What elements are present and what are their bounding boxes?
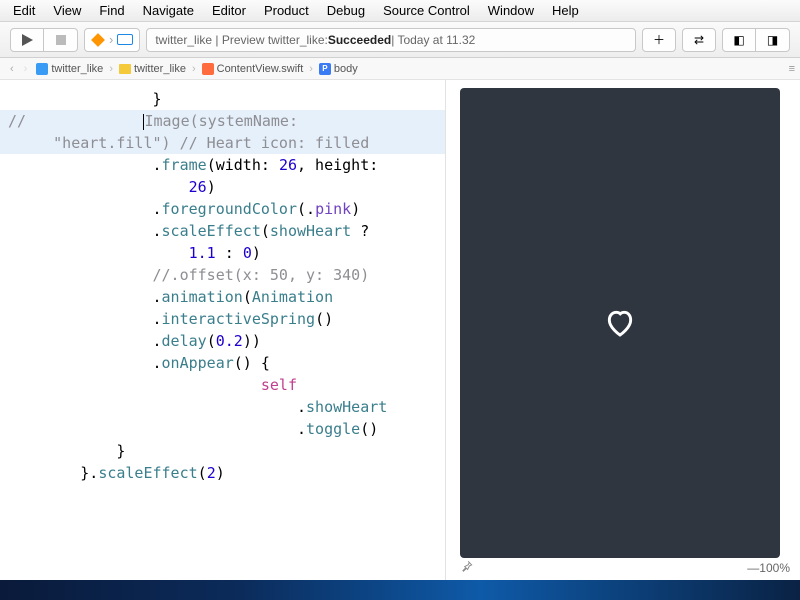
- code-line: //.offset(x: 50, y: 340): [0, 264, 445, 286]
- code-line: self: [0, 374, 445, 396]
- menu-help[interactable]: Help: [543, 1, 588, 20]
- menu-navigate[interactable]: Navigate: [134, 1, 203, 20]
- jump-bar: ‹ › twitter_like › twitter_like › Conten…: [0, 58, 800, 80]
- code-line-highlighted: // Image(systemName:: [0, 110, 445, 132]
- sidebar-left-icon: ◧: [733, 33, 744, 47]
- add-button[interactable]: ＋: [642, 28, 676, 52]
- preview-canvas[interactable]: —100%: [445, 80, 800, 580]
- jump-forward-icon[interactable]: ›: [20, 63, 32, 75]
- pin-icon[interactable]: [460, 559, 474, 576]
- code-line: .scaleEffect(showHeart ?: [0, 220, 445, 242]
- swift-file-icon: [202, 63, 214, 75]
- menu-edit[interactable]: Edit: [4, 1, 44, 20]
- run-button[interactable]: [10, 28, 44, 52]
- menu-bar: Edit View Find Navigate Editor Product D…: [0, 0, 800, 22]
- chevron-right-icon: ›: [308, 63, 314, 75]
- jump-back-icon[interactable]: ‹: [6, 63, 18, 75]
- code-line-highlighted: "heart.fill") // Heart icon: filled: [0, 132, 445, 154]
- menu-view[interactable]: View: [44, 1, 90, 20]
- code-line: }: [0, 440, 445, 462]
- right-panel-toggle[interactable]: ◨: [756, 28, 790, 52]
- breadcrumb-label: twitter_like: [51, 63, 103, 75]
- heart-icon: [604, 307, 636, 339]
- left-panel-toggle[interactable]: ◧: [722, 28, 756, 52]
- arrows-icon: ⇄: [694, 33, 704, 47]
- code-line: .showHeart: [0, 396, 445, 418]
- sidebar-right-icon: ◨: [767, 33, 778, 47]
- items-list-icon[interactable]: ≡: [789, 63, 794, 75]
- menu-window[interactable]: Window: [479, 1, 543, 20]
- code-line: .interactiveSpring(): [0, 308, 445, 330]
- device-icon: [117, 34, 133, 45]
- status-prefix: twitter_like | Preview twitter_like:: [155, 33, 328, 47]
- folder-icon: [119, 64, 131, 74]
- status-suffix: | Today at 11.32: [391, 33, 475, 47]
- zoom-level[interactable]: —100%: [747, 561, 790, 575]
- app-icon: [91, 33, 105, 47]
- code-line: 26): [0, 176, 445, 198]
- menu-source-control[interactable]: Source Control: [374, 1, 479, 20]
- chevron-right-icon: ›: [108, 63, 114, 75]
- code-line: .foregroundColor(.pink): [0, 198, 445, 220]
- stop-icon: [56, 35, 66, 45]
- scheme-selector[interactable]: ›: [84, 28, 140, 52]
- code-line: }.scaleEffect(2): [0, 462, 445, 484]
- activity-viewer[interactable]: twitter_like | Preview twitter_like: Suc…: [146, 28, 636, 52]
- breadcrumb-label: ContentView.swift: [217, 63, 304, 75]
- breadcrumb-symbol[interactable]: P body: [316, 63, 361, 75]
- breadcrumb-label: twitter_like: [134, 63, 186, 75]
- code-line: }: [0, 88, 445, 110]
- code-review-button[interactable]: ⇄: [682, 28, 716, 52]
- breadcrumb-project[interactable]: twitter_like: [33, 63, 106, 75]
- code-line: .toggle(): [0, 418, 445, 440]
- chevron-right-icon: ›: [109, 32, 113, 47]
- breadcrumb-folder[interactable]: twitter_like: [116, 63, 189, 75]
- menu-product[interactable]: Product: [255, 1, 318, 20]
- stop-button[interactable]: [44, 28, 78, 52]
- play-icon: [22, 34, 33, 46]
- code-line: .delay(0.2)): [0, 330, 445, 352]
- plus-icon: ＋: [653, 31, 665, 48]
- breadcrumb-file[interactable]: ContentView.swift: [199, 63, 307, 75]
- menu-editor[interactable]: Editor: [203, 1, 255, 20]
- code-line: .animation(Animation: [0, 286, 445, 308]
- status-result: Succeeded: [328, 33, 391, 47]
- project-icon: [36, 63, 48, 75]
- dock-strip: [0, 580, 800, 600]
- breadcrumb-label: body: [334, 63, 358, 75]
- menu-debug[interactable]: Debug: [318, 1, 374, 20]
- property-icon: P: [319, 63, 331, 75]
- content-area: } // Image(systemName: "heart.fill") // …: [0, 80, 800, 580]
- chevron-right-icon: ›: [191, 63, 197, 75]
- preview-device: [460, 88, 780, 558]
- code-line: .onAppear() {: [0, 352, 445, 374]
- code-editor[interactable]: } // Image(systemName: "heart.fill") // …: [0, 80, 445, 580]
- menu-find[interactable]: Find: [90, 1, 133, 20]
- code-line: .frame(width: 26, height:: [0, 154, 445, 176]
- code-line: 1.1 : 0): [0, 242, 445, 264]
- canvas-footer: —100%: [446, 559, 800, 576]
- toolbar: › twitter_like | Preview twitter_like: S…: [0, 22, 800, 58]
